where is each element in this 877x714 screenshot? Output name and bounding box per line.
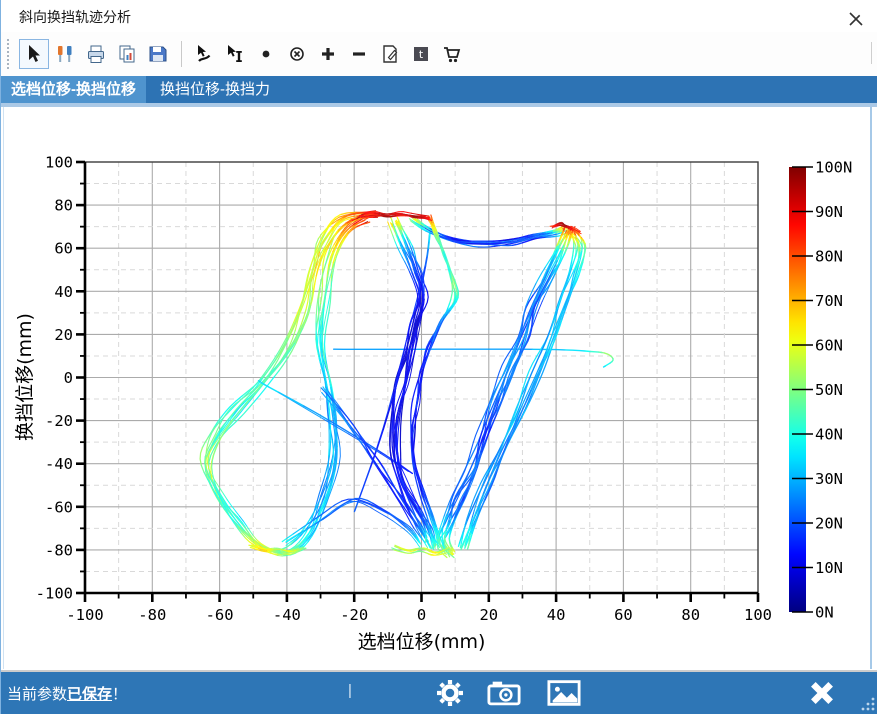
status-bar: 当前参数已保存！ | — [1, 670, 877, 714]
close-bold-icon — [809, 680, 835, 706]
gear-icon — [435, 678, 465, 708]
copy-report-button[interactable] — [112, 39, 142, 69]
camera-icon — [487, 679, 521, 707]
status-prefix: 当前参数 — [7, 686, 67, 703]
circle-x-icon — [286, 43, 308, 65]
toolbar: t — [1, 32, 877, 76]
cart-icon — [441, 43, 463, 65]
status-separator: | — [348, 682, 352, 699]
printer-icon — [85, 43, 107, 65]
title-bar: 斜向换挡轨迹分析 — [1, 0, 877, 32]
chevron-down-icon[interactable] — [856, 11, 868, 18]
zoom-in-button[interactable] — [313, 39, 343, 69]
save-button[interactable] — [143, 39, 173, 69]
edit-page-icon — [379, 43, 401, 65]
chart-panel — [3, 107, 872, 669]
delete-point-button[interactable] — [282, 39, 312, 69]
tab-shift-displacement-vs-force[interactable]: 换挡位移-换挡力 — [146, 76, 284, 103]
cursor-icon — [23, 43, 45, 65]
tab-bar: 选档位移-换挡位移 换挡位移-换挡力 — [1, 76, 877, 103]
image-icon — [547, 679, 581, 707]
edit-annotation-button[interactable] — [375, 39, 405, 69]
export-image-button[interactable] — [547, 677, 581, 709]
dot-icon — [255, 43, 277, 65]
settings-button[interactable] — [433, 677, 467, 709]
status-text: 当前参数已保存！ — [7, 683, 127, 704]
cursor-curve-icon — [193, 43, 215, 65]
resize-grip-icon — [860, 696, 876, 712]
select-cursor-button[interactable] — [19, 39, 49, 69]
copy-icon — [116, 43, 138, 65]
status-suffix: ！ — [112, 686, 127, 703]
toolbar-grip[interactable] — [7, 39, 13, 69]
tools-icon — [54, 43, 76, 65]
toolbar-end-separator — [871, 42, 872, 64]
toolbar-separator — [181, 41, 182, 67]
snapshot-button[interactable] — [487, 677, 521, 709]
save-icon — [147, 43, 169, 65]
tab-select-vs-shift-displacement[interactable]: 选档位移-换挡位移 — [1, 76, 146, 103]
saved-link[interactable]: 已保存 — [67, 686, 112, 703]
pan-cursor-button[interactable] — [189, 39, 219, 69]
minus-icon — [348, 43, 370, 65]
cursor-text-icon — [224, 43, 246, 65]
svg-text:t: t — [419, 48, 424, 61]
export-cart-button[interactable] — [437, 39, 467, 69]
window-title: 斜向换挡轨迹分析 — [19, 7, 131, 27]
text-box-icon: t — [410, 43, 432, 65]
window-resize-grip[interactable] — [860, 696, 876, 712]
panel-close-button[interactable] — [805, 677, 839, 709]
text-label-button[interactable]: t — [406, 39, 436, 69]
measure-tools-button[interactable] — [50, 39, 80, 69]
zoom-out-button[interactable] — [344, 39, 374, 69]
app-window: 斜向换挡轨迹分析 — [0, 0, 877, 714]
print-button[interactable] — [81, 39, 111, 69]
text-cursor-button[interactable] — [220, 39, 250, 69]
point-marker-button[interactable] — [251, 39, 281, 69]
plus-icon — [317, 43, 339, 65]
